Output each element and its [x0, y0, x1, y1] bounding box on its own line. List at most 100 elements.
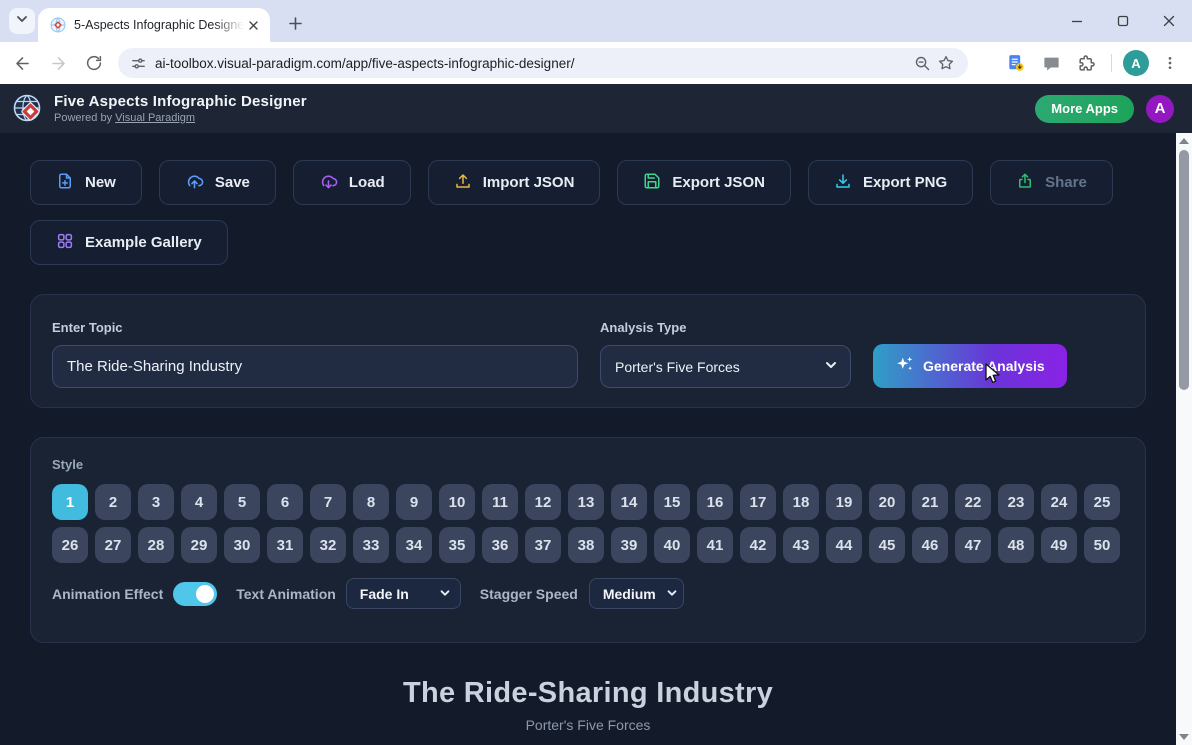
style-option-33[interactable]: 33 — [353, 527, 389, 563]
style-option-45[interactable]: 45 — [869, 527, 905, 563]
style-option-21[interactable]: 21 — [912, 484, 948, 520]
style-option-11[interactable]: 11 — [482, 484, 518, 520]
user-avatar[interactable]: A — [1146, 94, 1174, 123]
style-option-41[interactable]: 41 — [697, 527, 733, 563]
style-option-12[interactable]: 12 — [525, 484, 561, 520]
style-option-6[interactable]: 6 — [267, 484, 303, 520]
style-option-26[interactable]: 26 — [52, 527, 88, 563]
style-option-15[interactable]: 15 — [654, 484, 690, 520]
app-titles: Five Aspects Infographic Designer Powere… — [54, 93, 307, 124]
scrollbar-thumb[interactable] — [1179, 150, 1189, 390]
share-icon — [1016, 172, 1034, 194]
text-animation-value: Fade In — [359, 585, 409, 602]
style-option-40[interactable]: 40 — [654, 527, 690, 563]
style-option-4[interactable]: 4 — [181, 484, 217, 520]
site-settings-icon[interactable] — [130, 55, 147, 72]
infographic-subtitle: Porter's Five Forces — [525, 717, 651, 733]
topic-input[interactable] — [52, 345, 578, 388]
document-download-icon[interactable] — [1002, 49, 1030, 77]
analysis-type-select[interactable]: Porter's Five Forces — [600, 345, 851, 388]
style-option-20[interactable]: 20 — [869, 484, 905, 520]
reload-button[interactable] — [80, 49, 108, 77]
style-option-46[interactable]: 46 — [912, 527, 948, 563]
style-option-10[interactable]: 10 — [439, 484, 475, 520]
style-option-3[interactable]: 3 — [138, 484, 174, 520]
save-button[interactable]: Save — [158, 160, 276, 205]
export-png-button[interactable]: Export PNG — [807, 160, 974, 205]
style-option-37[interactable]: 37 — [525, 527, 561, 563]
new-tab-button[interactable] — [282, 10, 308, 36]
new-button[interactable]: New — [30, 160, 142, 205]
cloud-upload-icon — [185, 171, 204, 194]
style-option-7[interactable]: 7 — [310, 484, 346, 520]
browser-menu-icon[interactable] — [1156, 49, 1184, 77]
style-option-13[interactable]: 13 — [568, 484, 604, 520]
style-option-18[interactable]: 18 — [783, 484, 819, 520]
zoom-out-icon[interactable] — [910, 51, 934, 75]
back-button[interactable] — [8, 49, 36, 77]
chevron-down-icon — [824, 358, 838, 375]
style-option-19[interactable]: 19 — [826, 484, 862, 520]
style-option-39[interactable]: 39 — [611, 527, 647, 563]
animation-controls: Animation Effect Text Animation Fade In … — [52, 578, 1124, 609]
style-option-50[interactable]: 50 — [1084, 527, 1120, 563]
favicon — [50, 17, 66, 33]
style-option-32[interactable]: 32 — [310, 527, 346, 563]
style-option-14[interactable]: 14 — [611, 484, 647, 520]
style-option-36[interactable]: 36 — [482, 527, 518, 563]
url-text[interactable]: ai-toolbox.visual-paradigm.com/app/five-… — [155, 56, 910, 71]
forward-button[interactable] — [44, 49, 72, 77]
style-option-34[interactable]: 34 — [396, 527, 432, 563]
style-option-24[interactable]: 24 — [1041, 484, 1077, 520]
style-option-2[interactable]: 2 — [95, 484, 131, 520]
tab-close-icon[interactable] — [244, 16, 262, 34]
style-option-44[interactable]: 44 — [826, 527, 862, 563]
style-option-31[interactable]: 31 — [267, 527, 303, 563]
style-option-49[interactable]: 49 — [1041, 527, 1077, 563]
style-option-25[interactable]: 25 — [1084, 484, 1120, 520]
app-header: Five Aspects Infographic Designer Powere… — [0, 84, 1192, 133]
load-button[interactable]: Load — [292, 160, 411, 205]
style-option-43[interactable]: 43 — [783, 527, 819, 563]
generate-analysis-button[interactable]: Generate Analysis — [873, 344, 1067, 388]
style-option-30[interactable]: 30 — [224, 527, 260, 563]
browser-profile-avatar[interactable]: A — [1123, 50, 1149, 76]
style-option-38[interactable]: 38 — [568, 527, 604, 563]
scroll-up-icon[interactable] — [1176, 133, 1192, 149]
style-option-23[interactable]: 23 — [998, 484, 1034, 520]
scroll-down-icon[interactable] — [1176, 729, 1192, 745]
page-scrollbar[interactable] — [1176, 133, 1192, 745]
share-button[interactable]: Share — [990, 160, 1113, 205]
visual-paradigm-link[interactable]: Visual Paradigm — [115, 112, 195, 124]
stagger-speed-select[interactable]: Medium — [588, 578, 684, 609]
bookmark-star-icon[interactable] — [934, 51, 958, 75]
style-option-8[interactable]: 8 — [353, 484, 389, 520]
animation-effect-toggle[interactable] — [173, 581, 218, 606]
more-apps-button[interactable]: More Apps — [1035, 94, 1134, 123]
style-option-9[interactable]: 9 — [396, 484, 432, 520]
minimize-button[interactable] — [1054, 0, 1100, 42]
extensions-icon[interactable] — [1072, 49, 1100, 77]
import-json-button[interactable]: Import JSON — [427, 160, 601, 205]
close-window-button[interactable] — [1146, 0, 1192, 42]
style-option-16[interactable]: 16 — [697, 484, 733, 520]
style-option-5[interactable]: 5 — [224, 484, 260, 520]
style-option-17[interactable]: 17 — [740, 484, 776, 520]
style-option-29[interactable]: 29 — [181, 527, 217, 563]
text-animation-select[interactable]: Fade In — [345, 578, 461, 609]
style-option-42[interactable]: 42 — [740, 527, 776, 563]
style-option-28[interactable]: 28 — [138, 527, 174, 563]
style-option-35[interactable]: 35 — [439, 527, 475, 563]
comment-icon[interactable] — [1037, 49, 1065, 77]
style-option-48[interactable]: 48 — [998, 527, 1034, 563]
url-bar[interactable]: ai-toolbox.visual-paradigm.com/app/five-… — [118, 48, 968, 78]
style-option-1[interactable]: 1 — [52, 484, 88, 520]
maximize-button[interactable] — [1100, 0, 1146, 42]
style-option-47[interactable]: 47 — [955, 527, 991, 563]
style-option-22[interactable]: 22 — [955, 484, 991, 520]
style-option-27[interactable]: 27 — [95, 527, 131, 563]
tab-search-button[interactable] — [9, 8, 35, 34]
export-json-button[interactable]: Export JSON — [617, 160, 791, 205]
browser-tab[interactable]: 5-Aspects Infographic Designer — [38, 8, 270, 42]
example-gallery-button[interactable]: Example Gallery — [30, 220, 228, 265]
